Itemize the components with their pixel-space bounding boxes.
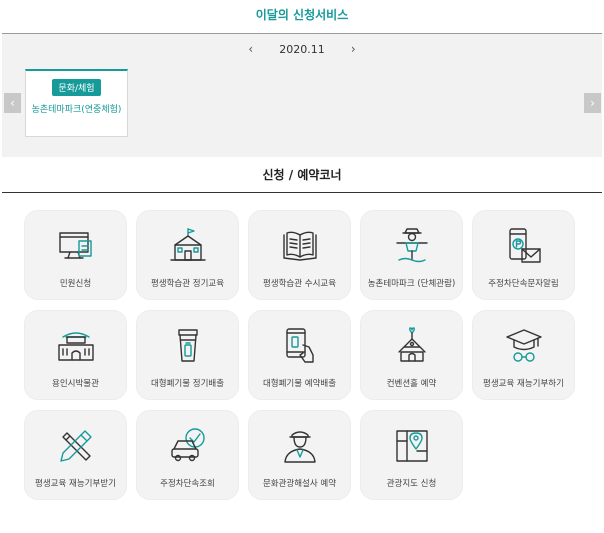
service-label: 용인시박물관	[52, 379, 99, 389]
service-label: 농촌테마파크 (단체관람)	[367, 279, 456, 289]
service-label: 대형폐기물 예약배출	[262, 379, 337, 389]
map-icon	[393, 427, 431, 465]
service-label: 문화관광해설사 예약	[262, 479, 337, 489]
wedding-chapel-icon	[393, 327, 431, 365]
reservation-section-title: 신청 / 예약코너	[2, 157, 602, 193]
service-card-title[interactable]: 농촌테마파크(연중체험)	[26, 102, 127, 115]
service-tile-museum[interactable]: 용인시박물관	[24, 310, 127, 400]
service-tile-parking-lookup[interactable]: 주정차단속조회	[136, 410, 239, 500]
guide-person-icon	[281, 427, 319, 465]
service-tile-theme-park-group[interactable]: 농촌테마파크 (단체관람)	[360, 210, 463, 300]
service-tile-talent-receive[interactable]: 평생교육 재능기부받기	[24, 410, 127, 500]
museum-gate-icon	[57, 327, 95, 365]
phone-hand-icon	[281, 327, 319, 365]
service-label: 주정차단속문자알림	[488, 279, 559, 289]
current-month: 2020.11	[279, 43, 325, 56]
service-label: 평생학습관 수시교육	[262, 279, 337, 289]
next-month-button[interactable]: ›	[346, 42, 360, 56]
waste-bin-icon	[169, 327, 207, 365]
car-check-icon	[169, 427, 207, 465]
service-label: 컨벤션홀 예약	[386, 379, 437, 389]
service-card[interactable]: 문화/체험 농촌테마파크(연중체험)	[25, 69, 128, 137]
service-tile-tour-map[interactable]: 관광지도 신청	[360, 410, 463, 500]
service-label: 주정차단속조회	[160, 479, 215, 489]
carousel-prev-button[interactable]: ‹	[4, 93, 21, 113]
service-tile-waste-regular[interactable]: 대형폐기물 정기배출	[136, 310, 239, 400]
service-label: 평생교육 재능기부하기	[483, 379, 564, 389]
monthly-services-title: 이달의 신청서비스	[255, 8, 349, 22]
open-book-icon	[281, 227, 319, 265]
month-navigator: ‹ 2020.11 ›	[2, 42, 602, 56]
service-tile-learning-occasional[interactable]: 평생학습관 수시교육	[248, 210, 351, 300]
carousel-next-button[interactable]: ›	[584, 93, 601, 113]
service-tile-parking-sms[interactable]: 주정차단속문자알림	[472, 210, 575, 300]
phone-parking-mail-icon	[505, 227, 543, 265]
tools-icon	[57, 427, 95, 465]
service-label: 평생교육 재능기부받기	[35, 479, 116, 489]
prev-month-button[interactable]: ‹	[244, 42, 258, 56]
school-building-icon	[169, 227, 207, 265]
service-label: 대형폐기물 정기배출	[150, 379, 225, 389]
service-tile-talent-donate[interactable]: 평생교육 재능기부하기	[472, 310, 575, 400]
scarecrow-icon	[393, 227, 431, 265]
service-tile-convention-hall[interactable]: 컨벤션홀 예약	[360, 310, 463, 400]
service-tile-learning-regular[interactable]: 평생학습관 정기교육	[136, 210, 239, 300]
service-tile-civil-petition[interactable]: 민원신청	[24, 210, 127, 300]
service-label: 민원신청	[59, 279, 92, 289]
category-badge: 문화/체험	[52, 79, 101, 96]
monitor-document-icon	[57, 227, 95, 265]
service-label: 관광지도 신청	[386, 479, 437, 489]
service-tile-tour-guide[interactable]: 문화관광해설사 예약	[248, 410, 351, 500]
graduation-cap-icon	[505, 327, 543, 365]
service-label: 평생학습관 정기교육	[150, 279, 225, 289]
service-tile-waste-reserve[interactable]: 대형폐기물 예약배출	[248, 310, 351, 400]
monthly-services-panel: ‹ 2020.11 › 문화/체험 농촌테마파크(연중체험) ‹ ›	[2, 33, 602, 157]
